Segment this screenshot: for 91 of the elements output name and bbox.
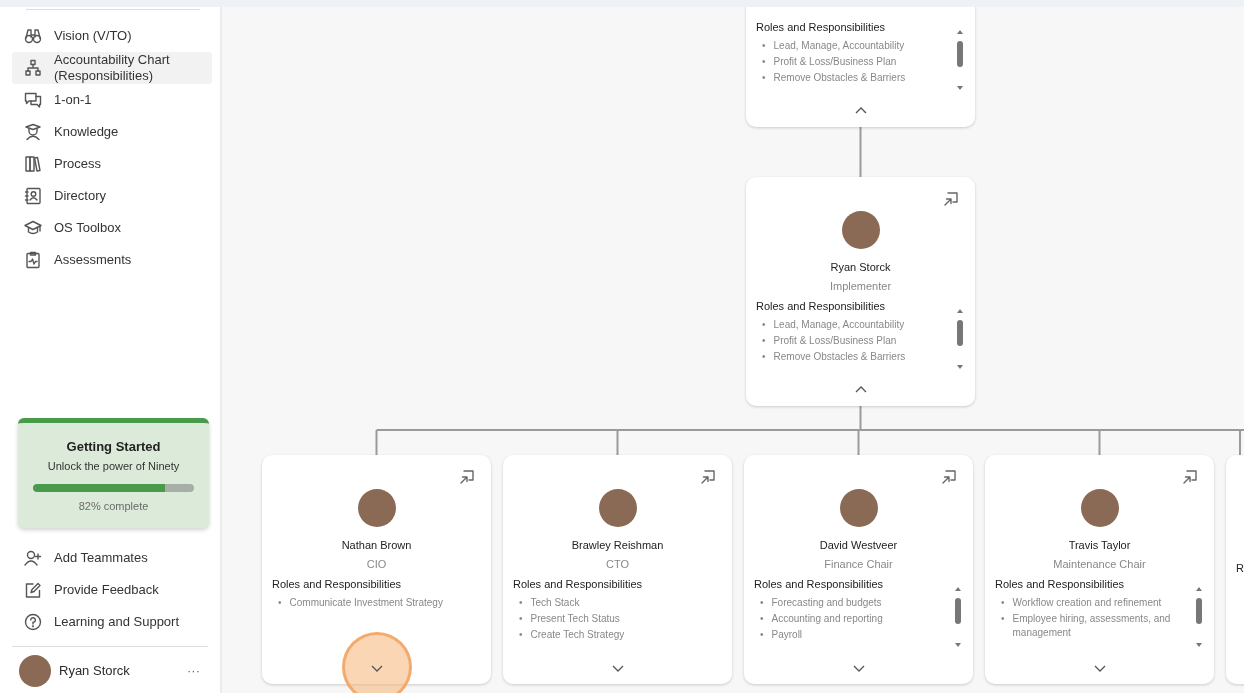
- responsibility-item: Employee hiring, assessments, and management: [1012, 612, 1172, 640]
- sidebar-item[interactable]: Assessments: [12, 244, 212, 276]
- sidebar-item[interactable]: Process: [12, 148, 212, 180]
- open-in-panel-icon[interactable]: [459, 468, 475, 485]
- contact-book-icon: [24, 187, 42, 205]
- card-subtitle: Unlock the power of Ninety: [46, 459, 181, 474]
- connector-line: [859, 126, 862, 178]
- responsibility-item: Lead, Manage, Accountability: [773, 318, 905, 332]
- scrollbar-drawing[interactable]: [1194, 586, 1204, 648]
- bullet: •: [762, 350, 766, 364]
- bullet: •: [760, 628, 764, 642]
- section-heading: Roles and Responsibilities: [513, 576, 643, 592]
- add-person-icon: [24, 549, 42, 567]
- section-heading: Roles and Responsibilities: [754, 576, 884, 592]
- responsibility-item: Payroll: [771, 628, 803, 642]
- progress-text: 82% complete: [77, 498, 150, 514]
- avatar: [357, 489, 396, 527]
- person-name: Nathan Brown: [341, 538, 412, 553]
- seat-title: CTO: [606, 556, 629, 572]
- responsibility-item: Create Tech Strategy: [530, 628, 625, 642]
- avatar: [839, 489, 878, 527]
- responsibility-item: Remove Obstacles & Barriers: [773, 71, 906, 85]
- graduate-icon: [24, 123, 42, 141]
- section-heading: Roles and Responsibilities: [756, 19, 886, 35]
- responsibility-item: Forecasting and budgets: [771, 596, 882, 610]
- responsibility-item: Profit & Loss/Business Plan: [773, 55, 897, 69]
- scrollbar-drawing[interactable]: [955, 29, 965, 91]
- sidebar-item[interactable]: Accountability Chart (Responsibilities): [12, 52, 212, 84]
- scrollbar-drawing[interactable]: [953, 586, 963, 648]
- avatar: [598, 489, 637, 527]
- person-name: Travis Taylor: [1068, 538, 1131, 553]
- bullet: •: [278, 596, 282, 610]
- open-in-panel-icon[interactable]: [1182, 468, 1198, 485]
- sidebar-item[interactable]: Directory: [12, 180, 212, 212]
- bullet: •: [1001, 596, 1005, 610]
- help-icon: [24, 613, 42, 631]
- seat-title: CIO: [366, 556, 387, 572]
- seat-title: Maintenance Chair: [1053, 556, 1146, 572]
- responsibility-item: Present Tech Status: [530, 612, 620, 626]
- more-button[interactable]: ···: [187, 661, 200, 681]
- bullet: •: [762, 71, 766, 85]
- avatar: [1080, 489, 1119, 527]
- sidebar-item[interactable]: Knowledge: [12, 116, 212, 148]
- responsibility-item: Lead, Manage, Accountability: [773, 39, 905, 53]
- responsibility-item: Tech Stack: [530, 596, 580, 610]
- books-icon: [24, 155, 42, 173]
- user-name: Ryan Storck: [59, 662, 131, 681]
- sidebar-item[interactable]: 1-on-1: [12, 84, 212, 116]
- section-heading: R: [1236, 560, 1244, 576]
- bullet: •: [762, 39, 766, 53]
- section-heading: Roles and Responsibilities: [756, 298, 886, 314]
- hierarchy-icon: [24, 59, 42, 77]
- seat-title: Implementer: [829, 278, 892, 294]
- sidebar-item[interactable]: Vision (V/TO): [12, 20, 212, 52]
- open-in-panel-icon[interactable]: [941, 468, 957, 485]
- getting-started-card[interactable]: Getting Started Unlock the power of Ninety 82% complete: [18, 417, 209, 528]
- bullet: •: [762, 318, 766, 332]
- graduation-cap-icon: [24, 219, 42, 237]
- avatar: [841, 211, 880, 249]
- avatar[interactable]: [19, 655, 51, 687]
- responsibility-item: Accounting and reporting: [771, 612, 883, 626]
- sidebar-item[interactable]: Provide Feedback: [12, 574, 212, 606]
- scrollbar-drawing[interactable]: [955, 308, 965, 370]
- open-in-panel-icon[interactable]: [943, 190, 959, 207]
- bullet: •: [762, 55, 766, 69]
- bullet: •: [519, 612, 523, 626]
- section-heading: Roles and Responsibilities: [995, 576, 1125, 592]
- card-title: Getting Started: [65, 437, 162, 456]
- person-name: Brawley Reishman: [571, 538, 664, 553]
- bullet: •: [760, 612, 764, 626]
- bullet: •: [1001, 612, 1005, 626]
- person-name: David Westveer: [819, 538, 898, 553]
- seat-title: Finance Chair: [824, 556, 893, 572]
- bullet: •: [519, 628, 523, 642]
- chat-bubbles-icon: [24, 91, 42, 109]
- responsibility-item: Profit & Loss/Business Plan: [773, 334, 897, 348]
- responsibility-item: Communicate Investment Strategy: [289, 596, 443, 610]
- bullet: •: [762, 334, 766, 348]
- open-in-panel-icon[interactable]: [700, 468, 716, 485]
- section-heading: Roles and Responsibilities: [272, 576, 402, 592]
- bullet: •: [519, 596, 523, 610]
- edit-icon: [24, 581, 42, 599]
- bullet: •: [760, 596, 764, 610]
- clipboard-icon: [24, 251, 42, 269]
- responsibility-item: Workflow creation and refinement: [1012, 596, 1162, 610]
- sidebar-item[interactable]: Learning and Support: [12, 606, 212, 638]
- sidebar-item[interactable]: Add Teammates: [12, 542, 212, 574]
- person-name: Ryan Storck: [830, 260, 891, 275]
- sidebar-item[interactable]: OS Toolbox: [12, 212, 212, 244]
- binoculars-icon: [24, 27, 42, 45]
- responsibility-item: Remove Obstacles & Barriers: [773, 350, 906, 364]
